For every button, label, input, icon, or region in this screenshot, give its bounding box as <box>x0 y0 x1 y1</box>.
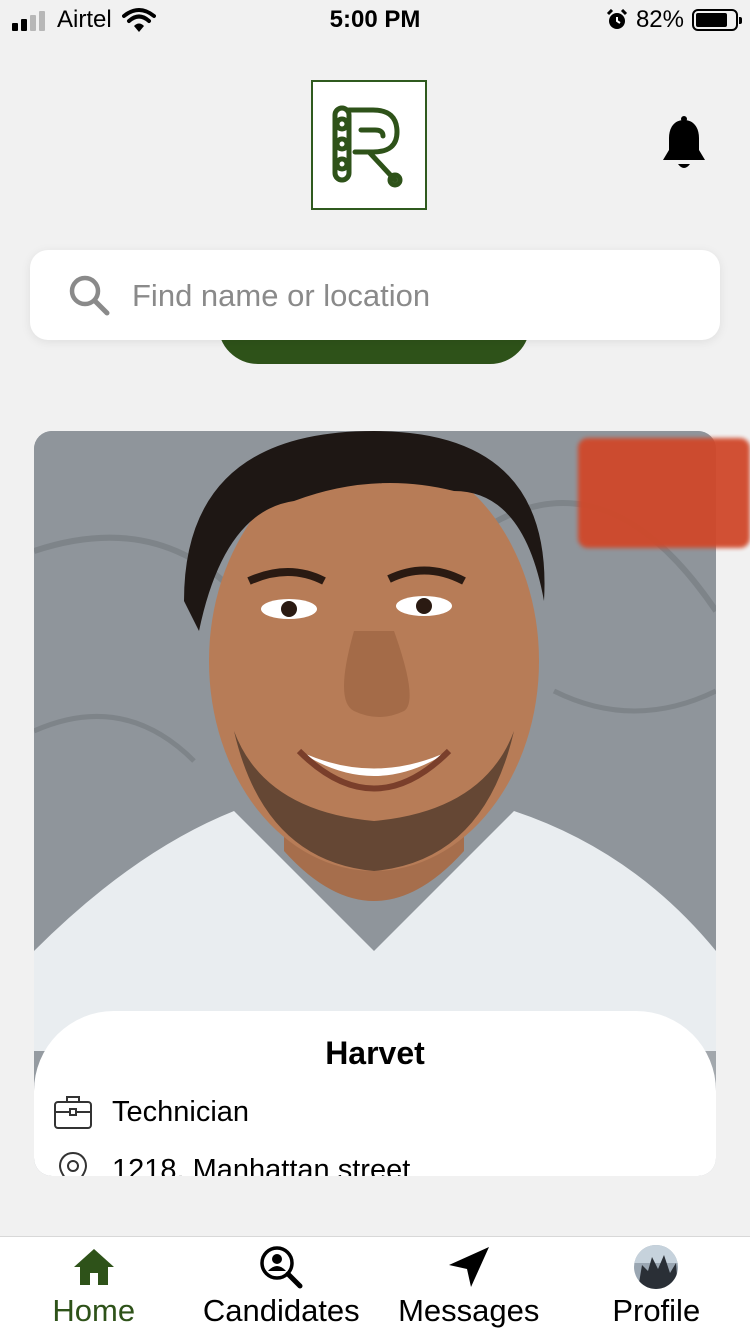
job-title: Technician <box>112 1096 249 1129</box>
bottom-tab-bar: Home Candidates Messages Profile <box>0 1236 750 1335</box>
status-bar: Airtel 5:00 PM 82% <box>0 0 750 40</box>
alarm-icon <box>606 9 628 31</box>
tab-profile[interactable]: Profile <box>563 1237 750 1335</box>
candidate-name: Harvet <box>34 1035 716 1072</box>
search-bar[interactable] <box>30 250 720 340</box>
home-icon <box>72 1245 116 1289</box>
search-input[interactable] <box>130 270 694 322</box>
card-peek-tag <box>578 438 750 548</box>
tab-candidates-label: Candidates <box>203 1293 360 1329</box>
tab-home-label: Home <box>52 1293 135 1329</box>
battery-icon <box>692 9 738 31</box>
tab-profile-label: Profile <box>612 1293 700 1329</box>
location-pin-icon <box>52 1149 94 1176</box>
tab-candidates[interactable]: Candidates <box>188 1237 376 1335</box>
r-logo-icon <box>329 100 409 190</box>
tab-home[interactable]: Home <box>0 1237 188 1335</box>
search-icon <box>68 274 110 316</box>
app-logo <box>311 80 427 210</box>
avatar <box>634 1245 678 1289</box>
briefcase-icon <box>52 1091 94 1133</box>
battery-fill <box>696 13 727 27</box>
bell-icon[interactable] <box>660 116 708 174</box>
send-arrow-icon <box>447 1245 491 1289</box>
job-row: Technician <box>52 1091 249 1133</box>
battery-percent: 82% <box>636 6 684 34</box>
location-row: 1218, Manhattan street <box>52 1149 410 1176</box>
candidate-address: 1218, Manhattan street <box>112 1154 410 1177</box>
candidate-info-panel: Harvet Technician 1218, Manhattan street <box>34 1011 716 1176</box>
candidate-search-icon <box>259 1245 303 1289</box>
tab-messages-label: Messages <box>398 1293 539 1329</box>
tab-messages[interactable]: Messages <box>375 1237 563 1335</box>
status-right: 82% <box>606 6 738 34</box>
